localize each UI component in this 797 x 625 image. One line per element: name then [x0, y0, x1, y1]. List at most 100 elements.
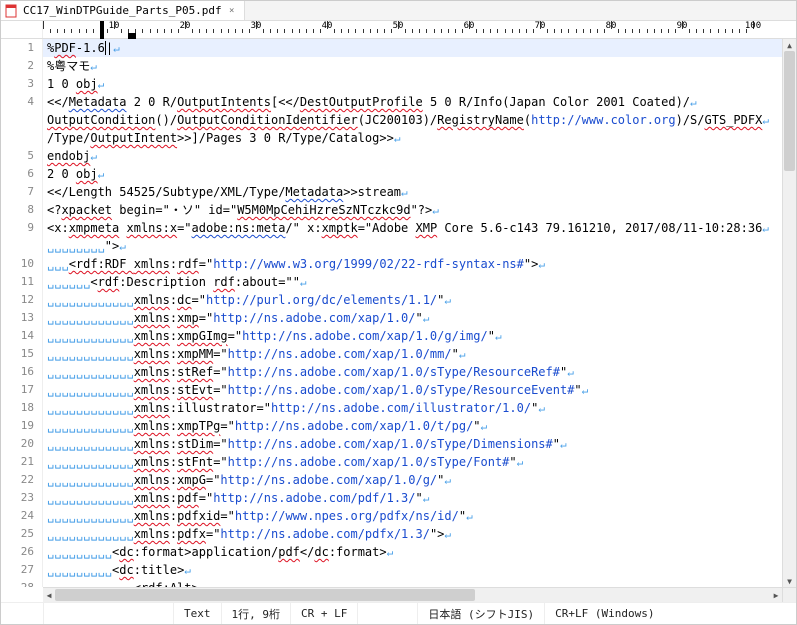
code-text: =": [213, 347, 227, 361]
line-number: 15: [1, 345, 34, 363]
status-eol[interactable]: CR + LF: [290, 603, 357, 624]
status-cursor-pos[interactable]: 1行, 9桁: [221, 603, 291, 624]
hyperlink[interactable]: http://ns.adobe.com/xap/1.0/mm/: [228, 347, 452, 361]
tab-bar: CC17_WinDTPGuide_Parts_P05.pdf ×: [1, 1, 796, 21]
line-number: 19: [1, 417, 34, 435]
code-line[interactable]: ␣␣␣␣␣␣␣␣␣␣␣␣xmlns:xmpTPg="http://ns.adob…: [43, 417, 782, 435]
code-line[interactable]: %粤マモ↵: [43, 57, 782, 75]
line-number: 10: [1, 255, 34, 273]
code-text: adobe:ns:meta: [192, 221, 286, 235]
line-number: 22: [1, 471, 34, 489]
line-number: 27: [1, 561, 34, 579]
hyperlink[interactable]: http://www.w3.org/1999/02/22-rdf-syntax-…: [213, 257, 524, 271]
eol-marker-icon: ↵: [582, 384, 589, 397]
code-text: -1.6: [76, 41, 105, 55]
code-text: 2 0 R/: [126, 95, 177, 109]
hyperlink[interactable]: http://ns.adobe.com/xap/1.0/g/img/: [242, 329, 488, 343]
code-text: ␣␣␣␣␣␣␣␣␣␣␣␣: [47, 473, 134, 487]
code-text: </: [300, 545, 314, 559]
code-text: xmlns: [134, 311, 170, 325]
code-line[interactable]: OutputCondition()/OutputConditionIdentif…: [43, 111, 782, 129]
tab-file[interactable]: CC17_WinDTPGuide_Parts_P05.pdf ×: [1, 1, 245, 20]
status-eol-os[interactable]: CR+LF (Windows): [544, 603, 664, 624]
code-line[interactable]: ␣␣␣␣␣␣␣␣␣␣␣␣xmlns:stFnt="http://ns.adobe…: [43, 453, 782, 471]
code-line[interactable]: ␣␣␣␣␣␣␣␣␣␣␣␣xmlns:pdfxid="http://www.npe…: [43, 507, 782, 525]
hyperlink[interactable]: http://ns.adobe.com/xap/1.0/t/pg/: [235, 419, 473, 433]
line-number: 28: [1, 579, 34, 587]
eol-marker-icon: ↵: [98, 78, 105, 91]
code-line[interactable]: ␣␣␣␣␣␣␣␣␣␣␣␣xmlns:xmpGImg="http://ns.ado…: [43, 327, 782, 345]
code-text: ␣␣␣␣␣␣␣␣␣␣␣␣: [47, 383, 134, 397]
code-line[interactable]: ␣␣␣␣␣␣␣␣␣␣␣␣xmlns:illustrator="http://ns…: [43, 399, 782, 417]
hyperlink[interactable]: http://ns.adobe.com/xap/1.0/: [213, 311, 415, 325]
code-text: =": [199, 491, 213, 505]
code-line[interactable]: ␣␣␣␣␣␣␣␣␣␣␣␣xmlns:xmp="http://ns.adobe.c…: [43, 309, 782, 327]
eol-marker-icon: ↵: [538, 402, 545, 415]
code-line[interactable]: ␣␣␣␣␣␣<rdf:Description rdf:about=""↵: [43, 273, 782, 291]
code-text: ␣␣␣␣␣␣␣␣␣␣␣␣: [47, 527, 134, 541]
hyperlink[interactable]: http://www.npes.org/pdfx/ns/id/: [235, 509, 459, 523]
code-area[interactable]: %PDF-1.6|↵%粤マモ↵1 0 obj↵<</Metadata 2 0 R…: [43, 39, 782, 587]
code-line[interactable]: <?xpacket begin="・ソ" id="W5M0MpCehiHzreS…: [43, 201, 782, 219]
vertical-scrollbar[interactable]: ▲ ▼: [782, 39, 796, 587]
code-line[interactable]: ␣␣␣␣␣␣␣␣␣␣␣␣<rdf:Alt>↵: [43, 579, 782, 587]
code-line[interactable]: /Type/OutputIntent>>]/Pages 3 0 R/Type/C…: [43, 129, 782, 147]
code-line[interactable]: ␣␣␣␣␣␣␣␣␣␣␣␣xmlns:stRef="http://ns.adobe…: [43, 363, 782, 381]
code-line[interactable]: ␣␣␣␣␣␣␣␣␣␣␣␣xmlns:dc="http://purl.org/dc…: [43, 291, 782, 309]
code-text: xmpmeta: [69, 221, 120, 235]
code-text: ␣␣␣␣␣␣␣␣␣␣␣␣: [47, 491, 134, 505]
code-text: ␣␣␣␣␣␣␣␣␣␣␣␣: [47, 365, 134, 379]
code-line[interactable]: <</Length 54525/Subtype/XML/Type/Metadat…: [43, 183, 782, 201]
hyperlink[interactable]: http://ns.adobe.com/pdf/1.3/: [213, 491, 415, 505]
code-line[interactable]: ␣␣␣␣␣␣␣␣␣␣␣␣xmlns:pdfx="http://ns.adobe.…: [43, 525, 782, 543]
code-text: GTS_PDFX: [705, 113, 763, 127]
code-line[interactable]: ␣␣␣␣␣␣␣␣">↵: [43, 237, 782, 255]
horizontal-scrollbar[interactable]: ◀ ▶: [43, 587, 782, 602]
code-line[interactable]: ␣␣␣␣␣␣␣␣␣␣␣␣xmlns:pdf="http://ns.adobe.c…: [43, 489, 782, 507]
code-line[interactable]: ␣␣␣␣␣␣␣␣␣␣␣␣xmlns:stEvt="http://ns.adobe…: [43, 381, 782, 399]
code-line[interactable]: ␣␣␣␣␣␣␣␣␣␣␣␣xmlns:stDim="http://ns.adobe…: [43, 435, 782, 453]
tab-title: CC17_WinDTPGuide_Parts_P05.pdf: [23, 4, 222, 17]
code-text: [119, 221, 126, 235]
horizontal-scrollbar-area: ◀ ▶: [1, 587, 796, 602]
code-line[interactable]: <</Metadata 2 0 R/OutputIntents[<</DestO…: [43, 93, 782, 111]
code-line[interactable]: ␣␣␣␣␣␣␣␣␣␣␣␣xmlns:xmpG="http://ns.adobe.…: [43, 471, 782, 489]
code-line[interactable]: ␣␣␣<rdf:RDF xmlns:rdf="http://www.w3.org…: [43, 255, 782, 273]
hyperlink[interactable]: http://purl.org/dc/elements/1.1/: [206, 293, 437, 307]
close-icon[interactable]: ×: [226, 5, 238, 17]
hyperlink[interactable]: http://ns.adobe.com/xap/1.0/sType/Resour…: [228, 383, 575, 397]
hyperlink[interactable]: http://ns.adobe.com/xap/1.0/sType/Font#: [228, 455, 510, 469]
eol-marker-icon: ↵: [394, 132, 401, 145]
code-line[interactable]: ␣␣␣␣␣␣␣␣␣<dc:format>application/pdf</dc:…: [43, 543, 782, 561]
vertical-scroll-thumb[interactable]: [784, 51, 795, 171]
code-text: xmlns: [134, 365, 170, 379]
code-line[interactable]: 2 0 obj↵: [43, 165, 782, 183]
hyperlink[interactable]: http://ns.adobe.com/xap/1.0/sType/Resour…: [228, 365, 560, 379]
hyperlink[interactable]: http://ns.adobe.com/illustrator/1.0/: [271, 401, 531, 415]
code-line[interactable]: endobj↵: [43, 147, 782, 165]
code-text: %粤マモ: [47, 59, 90, 73]
hyperlink[interactable]: http://ns.adobe.com/xap/1.0/g/: [220, 473, 437, 487]
code-text: ": [509, 455, 516, 469]
code-line[interactable]: ␣␣␣␣␣␣␣␣␣␣␣␣xmlns:xmpMM="http://ns.adobe…: [43, 345, 782, 363]
hyperlink[interactable]: http://www.color.org: [531, 113, 676, 127]
code-line[interactable]: %PDF-1.6|↵: [43, 39, 782, 57]
code-line[interactable]: 1 0 obj↵: [43, 75, 782, 93]
code-line[interactable]: ␣␣␣␣␣␣␣␣␣<dc:title>↵: [43, 561, 782, 579]
hyperlink[interactable]: http://ns.adobe.com/xap/1.0/sType/Dimens…: [228, 437, 553, 451]
scroll-down-icon[interactable]: ▼: [783, 575, 796, 587]
eol-marker-icon: ↵: [90, 60, 97, 73]
hyperlink[interactable]: http://ns.adobe.com/pdfx/1.3/: [220, 527, 430, 541]
scroll-right-icon[interactable]: ▶: [770, 588, 782, 602]
line-number: 8: [1, 201, 34, 219]
scrollbar-corner: [782, 587, 796, 602]
code-line[interactable]: <x:xmpmeta xmlns:x="adobe:ns:meta/" x:xm…: [43, 219, 782, 237]
code-text: :: [170, 293, 177, 307]
scroll-left-icon[interactable]: ◀: [43, 588, 55, 602]
code-text: xmpGImg: [177, 329, 228, 343]
scroll-up-icon[interactable]: ▲: [783, 39, 796, 51]
horizontal-scroll-thumb[interactable]: [55, 589, 475, 601]
status-text-mode[interactable]: Text: [173, 603, 221, 624]
status-encoding[interactable]: 日本語 (シフトJIS): [417, 603, 544, 624]
code-text: /" x:: [285, 221, 321, 235]
